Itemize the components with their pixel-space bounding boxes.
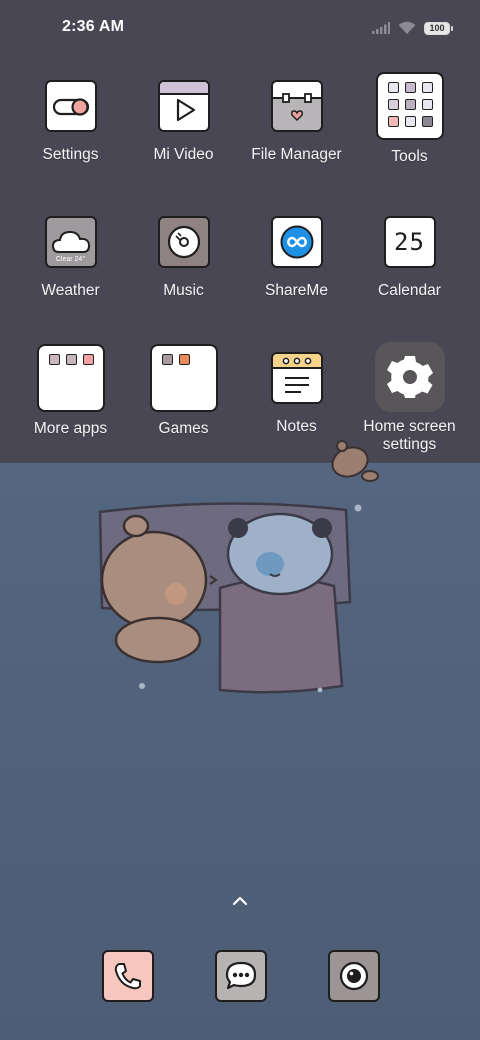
dock-camera[interactable]: [328, 950, 380, 1002]
status-bar: 2:36 AM 100: [0, 0, 480, 56]
app-mi-video[interactable]: Mi Video: [127, 80, 240, 164]
folder-heart-icon: [270, 80, 323, 132]
notepad-icon: [270, 352, 323, 404]
app-label: Notes: [276, 418, 317, 435]
app-label: More apps: [33, 420, 108, 437]
chat-icon: [225, 961, 257, 990]
app-label: Calendar: [378, 282, 441, 299]
app-label: Mi Video: [153, 146, 214, 163]
app-label: Games: [158, 420, 209, 437]
cloud-icon: Clear 24°: [44, 216, 97, 268]
wifi-icon: [398, 21, 416, 34]
camera-icon: [339, 961, 369, 991]
app-shareme[interactable]: ShareMe: [240, 216, 353, 300]
status-time: 2:36 AM: [62, 18, 125, 35]
app-file-manager[interactable]: File Manager: [240, 80, 353, 164]
folder-tools[interactable]: Tools: [353, 72, 466, 166]
battery-icon: 100: [424, 21, 453, 35]
dock-messages[interactable]: [215, 950, 267, 1002]
app-label: ShareMe: [265, 282, 328, 299]
folder-icon: [149, 344, 218, 412]
disc-icon: [157, 216, 210, 268]
calendar-icon: 25: [383, 216, 436, 268]
app-label: Home screen settings: [363, 418, 456, 453]
gear-icon: [374, 342, 445, 412]
signal-icon: [372, 22, 390, 34]
app-music[interactable]: Music: [127, 216, 240, 300]
calendar-date: 25: [394, 228, 425, 256]
chevron-up-icon[interactable]: [231, 892, 249, 910]
app-label: Tools: [391, 148, 428, 165]
folder-games[interactable]: Games: [127, 344, 240, 438]
app-label: Weather: [41, 282, 100, 299]
folder-icon: [36, 344, 105, 412]
infinity-icon: [270, 216, 323, 268]
app-notes[interactable]: Notes: [240, 352, 353, 436]
app-home-screen-settings[interactable]: Home screen settings: [353, 342, 466, 454]
folder-icon: [375, 72, 444, 140]
play-icon: [157, 80, 210, 132]
toggle-icon: [44, 80, 97, 132]
sleeping-bears-wallpaper-illustration: [98, 502, 362, 694]
folder-more-apps[interactable]: More apps: [14, 344, 127, 438]
battery-level: 100: [429, 23, 445, 33]
app-label: Music: [163, 282, 204, 299]
app-calendar[interactable]: 25 Calendar: [353, 216, 466, 300]
app-settings[interactable]: Settings: [14, 80, 127, 164]
phone-icon: [114, 963, 141, 990]
app-label: Settings: [42, 146, 99, 163]
weather-condition-text: Clear 24°: [55, 256, 86, 263]
dock-phone[interactable]: [102, 950, 154, 1002]
status-icons: 100: [372, 18, 453, 38]
app-label: File Manager: [251, 146, 342, 163]
app-weather[interactable]: Clear 24° Weather: [14, 216, 127, 300]
